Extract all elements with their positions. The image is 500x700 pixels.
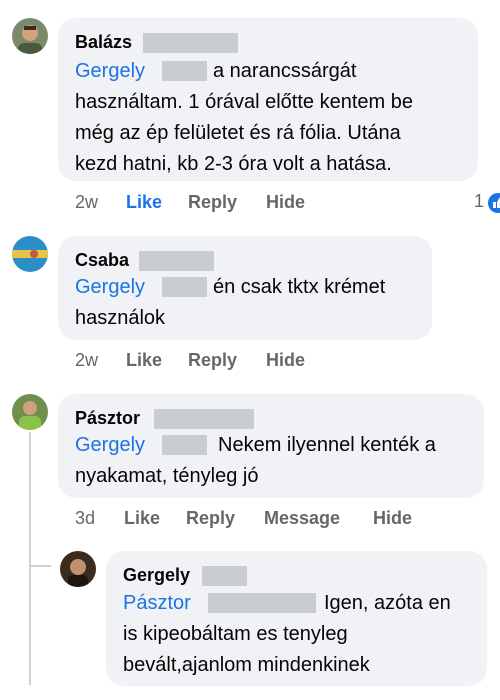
hide-button[interactable]: Hide	[373, 506, 412, 530]
comment-line: még az ép felületet és rá fólia. Utána	[75, 122, 401, 144]
redacted-name	[162, 61, 207, 81]
comment-line: nyakamat, tényleg jó	[75, 465, 259, 487]
reaction-count[interactable]: 1	[474, 191, 484, 212]
comment-line: én csak tktx krémet	[213, 276, 386, 298]
comment-line: Nekem ilyennel kenték a	[218, 434, 436, 456]
comment-timestamp[interactable]: 3d	[75, 506, 95, 530]
redacted-name	[208, 593, 316, 613]
like-button[interactable]: Like	[126, 348, 162, 372]
thread-line	[29, 432, 31, 685]
thread-connector	[29, 565, 51, 567]
avatar[interactable]	[12, 236, 48, 272]
reply-button[interactable]: Reply	[188, 190, 237, 214]
avatar[interactable]	[12, 18, 48, 54]
redacted-name	[143, 33, 238, 53]
comment-author[interactable]: Csaba	[75, 249, 129, 271]
mention-link[interactable]: Gergely	[75, 276, 145, 298]
redacted-name	[202, 566, 247, 586]
avatar[interactable]	[60, 551, 96, 587]
message-button[interactable]: Message	[264, 506, 340, 530]
avatar[interactable]	[12, 394, 48, 430]
like-button[interactable]: Like	[124, 506, 160, 530]
comment-author[interactable]: Pásztor	[75, 407, 140, 429]
comment-line: használok	[75, 307, 166, 329]
comment-line: kezd hatni, kb 2-3 óra volt a hatása.	[75, 153, 392, 175]
comment-actions: 2w Like Reply Hide	[75, 190, 375, 214]
comment-author[interactable]: Balázs	[75, 31, 132, 53]
redacted-name	[139, 251, 214, 271]
comment-line: bevált,ajanlom mindenkinek	[123, 654, 370, 676]
like-button[interactable]: Like	[126, 190, 162, 214]
comment-line: a narancssárgát	[213, 60, 357, 82]
comment-actions: 3d Like Reply Message Hide	[75, 506, 455, 530]
comment-line: Igen, azóta en	[324, 592, 451, 614]
hide-button[interactable]: Hide	[266, 348, 305, 372]
redacted-name	[154, 409, 254, 429]
redacted-name	[162, 277, 207, 297]
reply-button[interactable]: Reply	[188, 348, 237, 372]
comment-timestamp[interactable]: 2w	[75, 190, 98, 214]
mention-link[interactable]: Pásztor	[123, 592, 191, 614]
reply-button[interactable]: Reply	[186, 506, 235, 530]
comment-line: is kipeobáltam es tenyleg	[123, 623, 348, 645]
mention-link[interactable]: Gergely	[75, 60, 145, 82]
redacted-name	[162, 435, 207, 455]
hide-button[interactable]: Hide	[266, 190, 305, 214]
comment-actions: 2w Like Reply Hide	[75, 348, 375, 372]
comment-line: használtam. 1 órával előtte kentem be	[75, 91, 413, 113]
comment-text: Gergely	[75, 56, 145, 87]
comment-timestamp[interactable]: 2w	[75, 348, 98, 372]
comment-author[interactable]: Gergely	[123, 564, 190, 586]
comment-text: Gergely	[75, 272, 145, 303]
comment-text: Gergely	[75, 430, 145, 461]
mention-link[interactable]: Gergely	[75, 434, 145, 456]
comment-text: Pásztor	[123, 588, 191, 619]
like-thumb-icon	[488, 193, 500, 213]
